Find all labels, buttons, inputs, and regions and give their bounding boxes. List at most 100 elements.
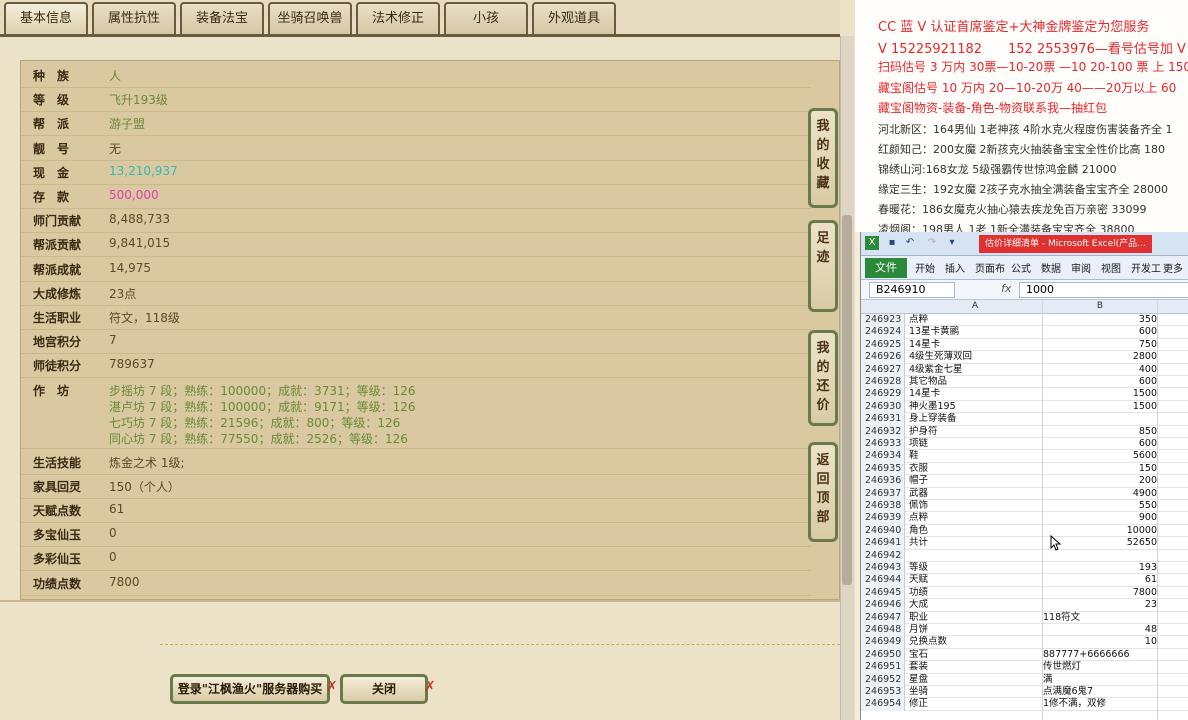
cell-b[interactable]: 48 bbox=[1043, 624, 1157, 636]
cell-a[interactable]: 佩饰 bbox=[909, 500, 1041, 512]
cell-b[interactable]: 850 bbox=[1043, 426, 1157, 438]
cell-a[interactable]: 其它物品 bbox=[909, 376, 1041, 388]
ribbon-tab-6[interactable]: 视图 bbox=[1101, 260, 1121, 275]
tab-0[interactable]: 基本信息 bbox=[4, 2, 88, 34]
cell-a[interactable]: 武器 bbox=[909, 488, 1041, 500]
back-to-top-button[interactable]: 返回顶部 bbox=[808, 442, 838, 542]
formula-input[interactable]: 1000 bbox=[1019, 282, 1188, 298]
cell-a[interactable]: 帽子 bbox=[909, 475, 1041, 487]
ribbon-tab-3[interactable]: 公式 bbox=[1011, 260, 1031, 275]
cell-b[interactable]: 600 bbox=[1043, 376, 1157, 388]
row-number[interactable]: 246929 bbox=[861, 388, 905, 401]
cell-b[interactable]: 600 bbox=[1043, 326, 1157, 338]
cell-a[interactable]: 坐骑 bbox=[909, 686, 1041, 698]
tab-5[interactable]: 小孩 bbox=[444, 2, 528, 34]
ribbon-tab-2[interactable]: 页面布 bbox=[975, 260, 1005, 275]
scrollbar-thumb[interactable] bbox=[842, 215, 852, 585]
save-icon[interactable]: ▪ bbox=[885, 236, 899, 250]
row-number[interactable]: 246930 bbox=[861, 400, 905, 414]
cell-a[interactable]: 职业 bbox=[909, 612, 1041, 624]
cell-a[interactable]: 14星卡 bbox=[909, 339, 1041, 351]
login-server-buy-button[interactable]: 登录"江枫渔火"服务器购买 bbox=[170, 674, 330, 704]
cell-b[interactable]: 118符文 bbox=[1043, 612, 1157, 624]
cell-b[interactable]: 150 bbox=[1043, 463, 1157, 475]
cell-a[interactable]: 点粹 bbox=[909, 512, 1041, 524]
cell-a[interactable]: 点粹 bbox=[909, 314, 1041, 326]
tab-6[interactable]: 外观道具 bbox=[532, 2, 616, 34]
row-number[interactable]: 246949 bbox=[861, 636, 905, 649]
ribbon-tab-1[interactable]: 插入 bbox=[945, 260, 965, 275]
row-number[interactable]: 246952 bbox=[861, 673, 905, 686]
cell-a[interactable]: 衣服 bbox=[909, 463, 1041, 475]
cell-a[interactable]: 等级 bbox=[909, 562, 1041, 574]
row-number[interactable]: 246940 bbox=[861, 524, 905, 538]
cell-a[interactable]: 14星卡 bbox=[909, 388, 1041, 400]
row-number[interactable]: 246931 bbox=[861, 413, 905, 426]
cell-a[interactable]: 13星卡黄鹂 bbox=[909, 326, 1041, 338]
row-number[interactable]: 246925 bbox=[861, 338, 905, 352]
name-box[interactable]: B246910 bbox=[869, 282, 955, 298]
row-number[interactable]: 246936 bbox=[861, 475, 905, 488]
row-number[interactable]: 246946 bbox=[861, 599, 905, 612]
row-number[interactable]: 246943 bbox=[861, 562, 905, 575]
cell-a[interactable]: 项链 bbox=[909, 438, 1041, 450]
cell-a[interactable]: 4级紫金七星 bbox=[909, 364, 1041, 376]
close-button[interactable]: 关闭 bbox=[340, 674, 428, 704]
cell-b[interactable]: 点满魔6鬼7 bbox=[1043, 686, 1157, 698]
cell-a[interactable]: 宝石 bbox=[909, 649, 1041, 661]
row-number[interactable]: 246933 bbox=[861, 438, 905, 451]
row-number[interactable]: 246948 bbox=[861, 624, 905, 637]
my-offers-button[interactable]: 我的还价 bbox=[808, 330, 838, 426]
cell-a[interactable]: 4级生死薄双回 bbox=[909, 351, 1041, 363]
cell-b[interactable]: 4900 bbox=[1043, 488, 1157, 500]
row-number[interactable]: 246939 bbox=[861, 512, 905, 525]
row-number[interactable]: 246942 bbox=[861, 549, 905, 562]
customize-toolbar-icon[interactable]: ▾ bbox=[945, 236, 959, 250]
footprints-button[interactable]: 足迹 bbox=[808, 220, 838, 312]
cell-a[interactable]: 功绩 bbox=[909, 587, 1041, 599]
cell-a[interactable]: 天赋 bbox=[909, 574, 1041, 586]
cell-b[interactable]: 600 bbox=[1043, 438, 1157, 450]
row-number[interactable]: 246934 bbox=[861, 450, 905, 463]
cell-a[interactable]: 鞋 bbox=[909, 450, 1041, 462]
cell-a[interactable]: 兑换点数 bbox=[909, 636, 1041, 648]
cell-b[interactable]: 7800 bbox=[1043, 587, 1157, 599]
row-number[interactable]: 246953 bbox=[861, 686, 905, 699]
cell-b[interactable]: 350 bbox=[1043, 314, 1157, 326]
row-number[interactable]: 246944 bbox=[861, 574, 905, 587]
cell-a[interactable]: 套装 bbox=[909, 661, 1041, 673]
fx-icon[interactable]: fx bbox=[1001, 282, 1011, 295]
tab-4[interactable]: 法术修正 bbox=[356, 2, 440, 34]
row-number[interactable]: 246932 bbox=[861, 425, 905, 438]
row-number[interactable]: 246951 bbox=[861, 661, 905, 674]
ribbon-tab-file[interactable]: 文件 bbox=[865, 258, 907, 278]
row-number[interactable]: 246935 bbox=[861, 462, 905, 476]
cell-a[interactable]: 身上穿装备 bbox=[909, 413, 1041, 425]
tab-1[interactable]: 属性抗性 bbox=[92, 2, 176, 34]
row-number[interactable]: 246937 bbox=[861, 487, 905, 500]
row-number[interactable]: 246954 bbox=[861, 698, 905, 711]
cell-b[interactable]: 23 bbox=[1043, 599, 1157, 611]
redo-icon[interactable]: ↷ bbox=[925, 236, 939, 250]
tab-3[interactable]: 坐骑召唤兽 bbox=[268, 2, 352, 34]
cell-b[interactable]: 1500 bbox=[1043, 388, 1157, 400]
row-number[interactable]: 246924 bbox=[861, 326, 905, 339]
cell-a[interactable]: 月饼 bbox=[909, 624, 1041, 636]
column-a-header[interactable]: A bbox=[909, 301, 1041, 311]
ribbon-tab-0[interactable]: 开始 bbox=[915, 260, 935, 275]
cell-a[interactable]: 修正 bbox=[909, 698, 1041, 710]
ribbon-tab-4[interactable]: 数据 bbox=[1041, 260, 1061, 275]
ribbon-tab-5[interactable]: 审阅 bbox=[1071, 260, 1091, 275]
cell-b[interactable]: 5600 bbox=[1043, 450, 1157, 462]
cell-b[interactable]: 887777+6666666 bbox=[1043, 649, 1157, 661]
cell-a[interactable]: 大成 bbox=[909, 599, 1041, 611]
row-number[interactable]: 246947 bbox=[861, 611, 905, 624]
cell-b[interactable]: 2800 bbox=[1043, 351, 1157, 363]
column-b-header[interactable]: B bbox=[1043, 301, 1157, 311]
my-favorites-button[interactable]: 我的收藏 bbox=[808, 108, 838, 208]
cell-b[interactable]: 193 bbox=[1043, 562, 1157, 574]
row-number[interactable]: 246941 bbox=[861, 537, 905, 550]
row-number[interactable]: 246927 bbox=[861, 363, 905, 376]
row-number[interactable]: 246950 bbox=[861, 648, 905, 662]
cell-b[interactable]: 200 bbox=[1043, 475, 1157, 487]
